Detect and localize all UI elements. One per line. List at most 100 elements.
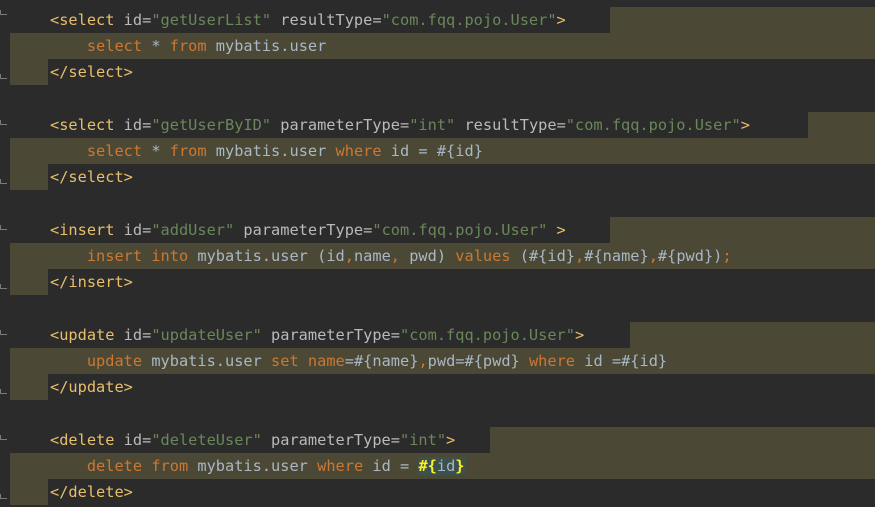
placeholder-name: id <box>436 457 456 475</box>
fold-marker-icon[interactable] <box>0 74 7 79</box>
sql-keyword: set <box>271 352 299 370</box>
sql-text: pwd=#{pwd} <box>427 352 529 370</box>
code-line[interactable]: </update> <box>50 374 133 400</box>
select-getuserbyid-highlight <box>808 112 875 138</box>
attr-value: "updateUser" <box>151 326 262 344</box>
fold-marker-icon[interactable] <box>0 389 7 394</box>
delete-deleteuser-highlight <box>10 479 48 505</box>
code-line[interactable]: select * from mybatis.user <box>50 33 326 59</box>
tag-close: </insert> <box>50 273 133 291</box>
sql-comma: , <box>390 247 401 265</box>
code-line[interactable]: </insert> <box>50 269 133 295</box>
insert-adduser-highlight <box>610 217 875 243</box>
select-getuserlist-highlight <box>610 7 875 33</box>
fold-marker-icon[interactable] <box>0 330 7 335</box>
sql-keyword: update <box>86 352 143 370</box>
delete-deleteuser-highlight <box>490 427 875 453</box>
code-line[interactable]: select * from mybatis.user where id = #{… <box>50 138 483 164</box>
code-line[interactable]: <delete id="deleteUser" parameterType="i… <box>50 427 455 453</box>
code-line[interactable]: insert into mybatis.user (id,name, pwd) … <box>50 243 732 269</box>
fold-marker-icon[interactable] <box>0 179 7 184</box>
attr-value: "getUserList" <box>151 11 272 29</box>
sql-text: =#{name} <box>344 352 419 370</box>
sql-text: id =#{id} <box>575 352 668 370</box>
tag-close: </select> <box>50 168 133 186</box>
tag-close: > <box>446 431 456 449</box>
tag-open: <select <box>50 116 115 134</box>
attr-value: "com.fqq.pojo.User" <box>372 221 548 239</box>
sql-text: #{name} <box>584 247 649 265</box>
sql-comma: , <box>648 247 658 265</box>
attr-value: "int" <box>399 431 447 449</box>
code-line[interactable]: <select id="getUserByID" parameterType="… <box>50 112 750 138</box>
attr-name: id= <box>114 116 152 134</box>
attr-name: resultType= <box>455 116 566 134</box>
sql-comma: , <box>575 247 585 265</box>
fold-marker-icon[interactable] <box>0 284 7 289</box>
attr-name: parameterType= <box>261 431 400 449</box>
sql-text: name <box>353 247 391 265</box>
attr-value: "int" <box>409 116 456 134</box>
brace-match-close: } <box>455 457 465 475</box>
select-getuserbyid-highlight <box>10 164 48 190</box>
attr-name: parameterType= <box>261 326 400 344</box>
attr-value: "getUserByID" <box>151 116 272 134</box>
attr-name: parameterType= <box>271 116 410 134</box>
attr-value: "addUser" <box>151 221 235 239</box>
update-updateuser-highlight <box>630 322 875 348</box>
sql-text: (#{id} <box>510 247 576 265</box>
tag-open: <delete <box>50 431 115 449</box>
code-line[interactable]: </select> <box>50 164 133 190</box>
sql-text: mybatis.user (id <box>188 247 345 265</box>
select-getuserlist-highlight <box>10 59 48 85</box>
insert-adduser-highlight <box>10 269 48 295</box>
tag-close: </update> <box>50 378 133 396</box>
sql-keyword: delete <box>86 457 143 475</box>
attr-value: "com.fqq.pojo.User" <box>565 116 741 134</box>
code-line[interactable]: <update id="updateUser" parameterType="c… <box>50 322 584 348</box>
tag-open: <insert <box>50 221 115 239</box>
attr-name: resultType= <box>271 11 382 29</box>
sql-keyword: into <box>151 247 189 265</box>
fold-marker-icon[interactable] <box>0 225 7 230</box>
code-editor[interactable]: <select id="getUserList" resultType="com… <box>0 0 875 507</box>
sql-keyword: select <box>86 37 143 55</box>
sql-keyword: from <box>169 142 207 160</box>
tag-open: <update <box>50 326 115 344</box>
fold-marker-icon[interactable] <box>0 435 7 440</box>
attr-name: parameterType= <box>234 221 373 239</box>
brace-match-open: #{ <box>418 457 437 475</box>
code-line[interactable]: </delete> <box>50 479 133 505</box>
sql-text: mybatis.user <box>142 352 272 370</box>
sql-keyword: where <box>528 352 576 370</box>
sql-keyword: from <box>169 37 207 55</box>
sql-text: * <box>142 37 170 55</box>
tag-close: > <box>556 11 566 29</box>
attr-value: "com.fqq.pojo.User" <box>399 326 575 344</box>
fold-marker-icon[interactable] <box>0 494 7 499</box>
code-line[interactable]: </select> <box>50 59 133 85</box>
code-line[interactable]: update mybatis.user set name=#{name},pwd… <box>50 348 667 374</box>
sql-comma: , <box>418 352 428 370</box>
sql-text: id = <box>363 457 419 475</box>
sql-keyword: where <box>335 142 382 160</box>
code-line[interactable]: <insert id="addUser" parameterType="com.… <box>50 217 566 243</box>
fold-marker-icon[interactable] <box>0 120 7 125</box>
code-line[interactable]: <select id="getUserList" resultType="com… <box>50 7 566 33</box>
tag-close: > <box>740 116 750 134</box>
fold-marker-icon[interactable] <box>0 10 7 15</box>
sql-text: mybatis.user <box>188 457 318 475</box>
attr-value: "deleteUser" <box>151 431 262 449</box>
attr-value: "com.fqq.pojo.User" <box>381 11 557 29</box>
code-line[interactable]: delete from mybatis.user where id = #{id… <box>50 453 465 479</box>
tag-open: <select <box>50 11 115 29</box>
sql-text: * <box>142 142 170 160</box>
